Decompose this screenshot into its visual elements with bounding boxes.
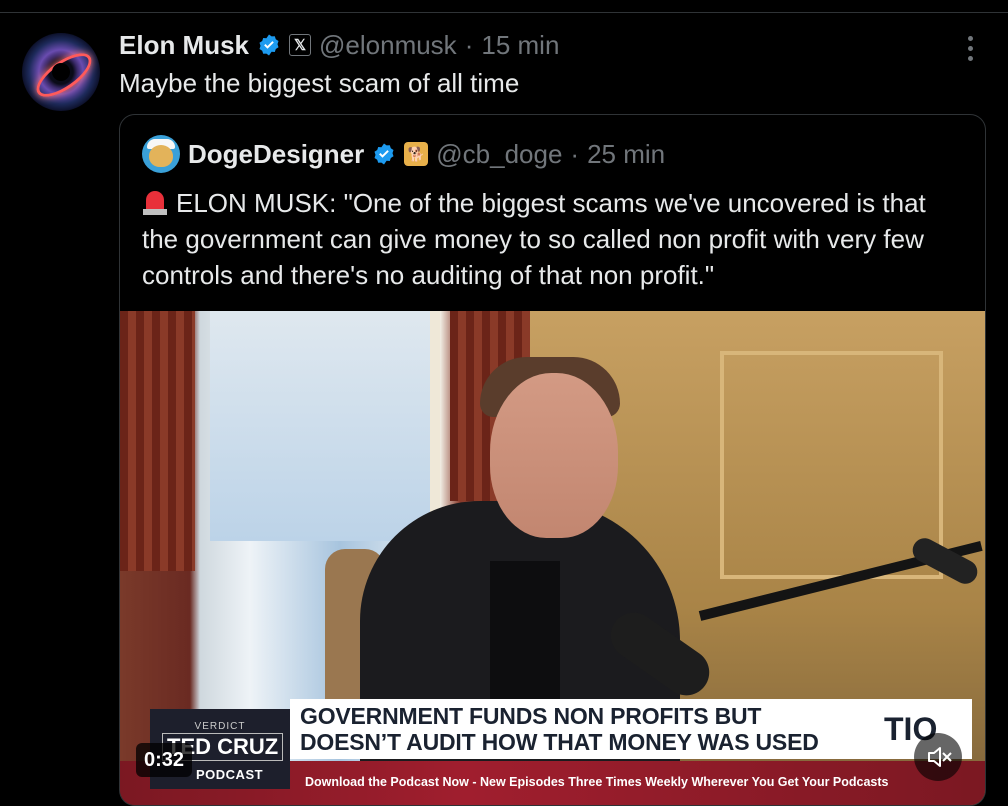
siren-emoji-icon bbox=[142, 189, 168, 215]
ticker-text: Download the Podcast Now - New Episodes … bbox=[305, 775, 889, 789]
banner-line-2: DOESN’T AUDIT HOW THAT MONEY WAS USED bbox=[300, 729, 819, 755]
siren-base bbox=[143, 209, 167, 215]
tweet-text: Maybe the biggest scam of all time bbox=[119, 68, 520, 98]
quoted-time[interactable]: 25 min bbox=[587, 139, 665, 170]
banner-text: GOVERNMENT FUNDS NON PROFITS BUT DOESN’T… bbox=[300, 703, 819, 755]
header-separator: · bbox=[464, 29, 474, 60]
tweet-header: Elon Musk 𝕏 @elonmusk · 15 min bbox=[119, 28, 559, 62]
more-options-icon[interactable] bbox=[958, 33, 982, 63]
video-lower-third: GOVERNMENT FUNDS NON PROFITS BUT DOESN’T… bbox=[290, 699, 972, 759]
author-avatar[interactable] bbox=[22, 33, 100, 111]
header-separator: · bbox=[570, 138, 580, 169]
scene-window bbox=[210, 311, 440, 541]
tweet-time[interactable]: 15 min bbox=[481, 30, 559, 61]
quoted-avatar[interactable] bbox=[142, 135, 180, 173]
quoted-header: DogeDesigner 🐕 @cb_doge · 25 min bbox=[142, 135, 665, 173]
quoted-text-block: ELON MUSK: "One of the biggest scams we'… bbox=[142, 185, 962, 293]
author-name[interactable]: Elon Musk bbox=[119, 30, 249, 61]
top-divider bbox=[0, 12, 1008, 13]
volume-muted-icon[interactable] bbox=[914, 733, 962, 781]
logo-sub: PODCAST bbox=[196, 767, 264, 782]
quoted-author-name[interactable]: DogeDesigner bbox=[188, 139, 364, 170]
more-dot bbox=[967, 56, 973, 61]
scene-curtain-left bbox=[120, 311, 195, 571]
verified-badge-icon[interactable] bbox=[372, 142, 396, 166]
author-handle[interactable]: @elonmusk bbox=[319, 30, 457, 61]
logo-top: VERDICT bbox=[194, 721, 246, 732]
scene-wall-panel bbox=[720, 351, 943, 579]
avatar-face bbox=[149, 145, 173, 167]
video-duration: 0:32 bbox=[136, 743, 193, 777]
more-dot bbox=[967, 46, 973, 51]
video-player[interactable]: Download the Podcast Now - New Episodes … bbox=[120, 311, 985, 805]
quoted-text: ELON MUSK: "One of the biggest scams we'… bbox=[142, 188, 926, 290]
speaker-head bbox=[490, 373, 618, 538]
more-dot bbox=[967, 36, 973, 41]
quoted-author-handle[interactable]: @cb_doge bbox=[436, 139, 562, 170]
quoted-tweet[interactable]: DogeDesigner 🐕 @cb_doge · 25 min ELON MU… bbox=[119, 114, 986, 806]
banner-line-1: GOVERNMENT FUNDS NON PROFITS BUT bbox=[300, 703, 762, 729]
verified-badge-icon[interactable] bbox=[257, 33, 281, 57]
mute-glyph bbox=[928, 747, 952, 767]
avatar-core bbox=[52, 63, 70, 81]
x-logo-icon[interactable]: 𝕏 bbox=[289, 34, 312, 56]
siren-dome bbox=[146, 191, 164, 209]
doge-affiliation-icon[interactable]: 🐕 bbox=[404, 142, 429, 166]
